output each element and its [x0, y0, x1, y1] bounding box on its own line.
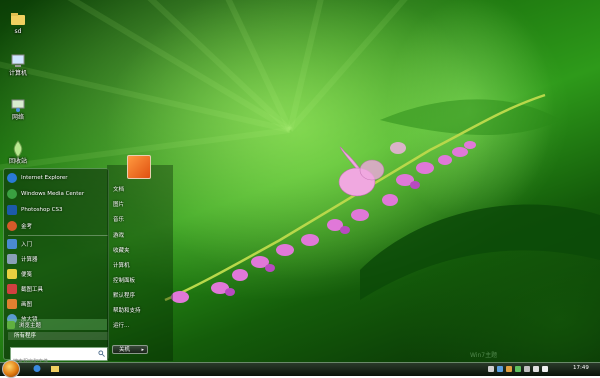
taskbar-clock[interactable]: 17:49: [573, 364, 589, 373]
tray-app-icon[interactable]: [515, 365, 521, 372]
tray-app-icon[interactable]: [497, 365, 503, 372]
program-label: 计算器: [21, 257, 38, 263]
tray-app-icon[interactable]: [506, 365, 512, 372]
link-music[interactable]: 音乐: [113, 215, 124, 223]
desktop-icon-recycle-bin[interactable]: 回收站: [0, 140, 36, 166]
program-calculator[interactable]: 计算器: [7, 252, 107, 266]
menu-divider: [8, 235, 108, 236]
desktop-icon-label: 计算机: [8, 70, 27, 77]
shutdown-button[interactable]: 关机 ▸: [112, 345, 148, 354]
photoshop-icon: [7, 205, 17, 215]
program-label: Windows Media Center: [21, 191, 85, 197]
watermark: Win7主题: [470, 352, 498, 359]
program-label: 截图工具: [21, 287, 44, 293]
desktop-icon-computer[interactable]: 计算机: [0, 52, 36, 78]
link-favorites[interactable]: 收藏夹: [113, 246, 130, 254]
internet-explorer-icon: [7, 173, 17, 183]
user-folder-icon: [11, 13, 25, 25]
computer-icon: [11, 54, 25, 67]
folder-icon[interactable]: [50, 364, 60, 373]
link-games[interactable]: 游戏: [113, 231, 124, 239]
theme-icon: [7, 320, 15, 329]
program-getting-started[interactable]: 入门: [7, 237, 107, 251]
program-internet-explorer[interactable]: Internet Explorer: [7, 171, 107, 185]
link-help-support[interactable]: 帮助和支持: [113, 306, 141, 314]
network-icon: [11, 99, 25, 112]
link-default-programs[interactable]: 默认程序: [113, 291, 135, 299]
desktop-icon-label: 网络: [11, 114, 24, 121]
desktop-icon-label: sd: [14, 28, 22, 35]
system-tray: [488, 364, 551, 373]
link-pictures[interactable]: 图片: [113, 200, 124, 208]
program-label: 金考: [21, 224, 33, 230]
network-icon[interactable]: [524, 365, 530, 372]
search-box[interactable]: [10, 347, 108, 367]
link-computer[interactable]: 计算机: [113, 261, 130, 269]
tray-app-icon[interactable]: [488, 365, 494, 372]
program-label: Photoshop CS3: [21, 207, 63, 213]
program-theme[interactable]: 浏览主题: [7, 319, 107, 330]
getting-started-icon: [7, 239, 17, 249]
program-photoshop[interactable]: Photoshop CS3: [7, 203, 107, 217]
program-app[interactable]: 金考: [7, 219, 107, 233]
program-label: 便笺: [21, 272, 33, 278]
sticky-notes-icon: [7, 269, 17, 279]
desktop-icon-user-folder[interactable]: sd: [0, 10, 36, 36]
media-center-icon: [7, 189, 17, 199]
link-run[interactable]: 运行...: [113, 321, 129, 329]
app-icon: [7, 221, 17, 231]
action-center-icon[interactable]: [542, 365, 548, 372]
program-paint[interactable]: 画图: [7, 297, 107, 311]
start-menu-programs-pane: Internet Explorer Windows Media Center P…: [3, 168, 109, 367]
link-documents[interactable]: 文档: [113, 185, 124, 193]
all-programs-button[interactable]: 所有程序: [8, 332, 108, 340]
program-snipping-tool[interactable]: 截图工具: [7, 282, 107, 296]
internet-explorer-icon[interactable]: [32, 364, 42, 373]
user-avatar[interactable]: [127, 155, 151, 179]
program-label: Internet Explorer: [21, 175, 68, 181]
program-label: 画图: [21, 302, 33, 308]
program-label: 入门: [21, 242, 33, 248]
all-programs-label: 所有程序: [14, 333, 37, 339]
search-icon: [98, 350, 105, 357]
program-media-center[interactable]: Windows Media Center: [7, 187, 107, 201]
recycle-bin-icon: [13, 140, 23, 158]
start-menu: Internet Explorer Windows Media Center P…: [0, 165, 175, 367]
link-control-panel[interactable]: 控制面板: [113, 276, 135, 284]
paint-icon: [7, 299, 17, 309]
volume-icon[interactable]: [533, 365, 539, 372]
snipping-tool-icon: [7, 284, 17, 294]
program-label: 浏览主题: [19, 322, 42, 329]
chevron-right-icon[interactable]: ▸: [141, 346, 144, 355]
start-button[interactable]: [2, 360, 20, 378]
program-sticky-notes[interactable]: 便笺: [7, 267, 107, 281]
shutdown-label: 关机: [119, 347, 131, 353]
calculator-icon: [7, 254, 17, 264]
desktop-icon-network[interactable]: 网络: [0, 96, 36, 122]
